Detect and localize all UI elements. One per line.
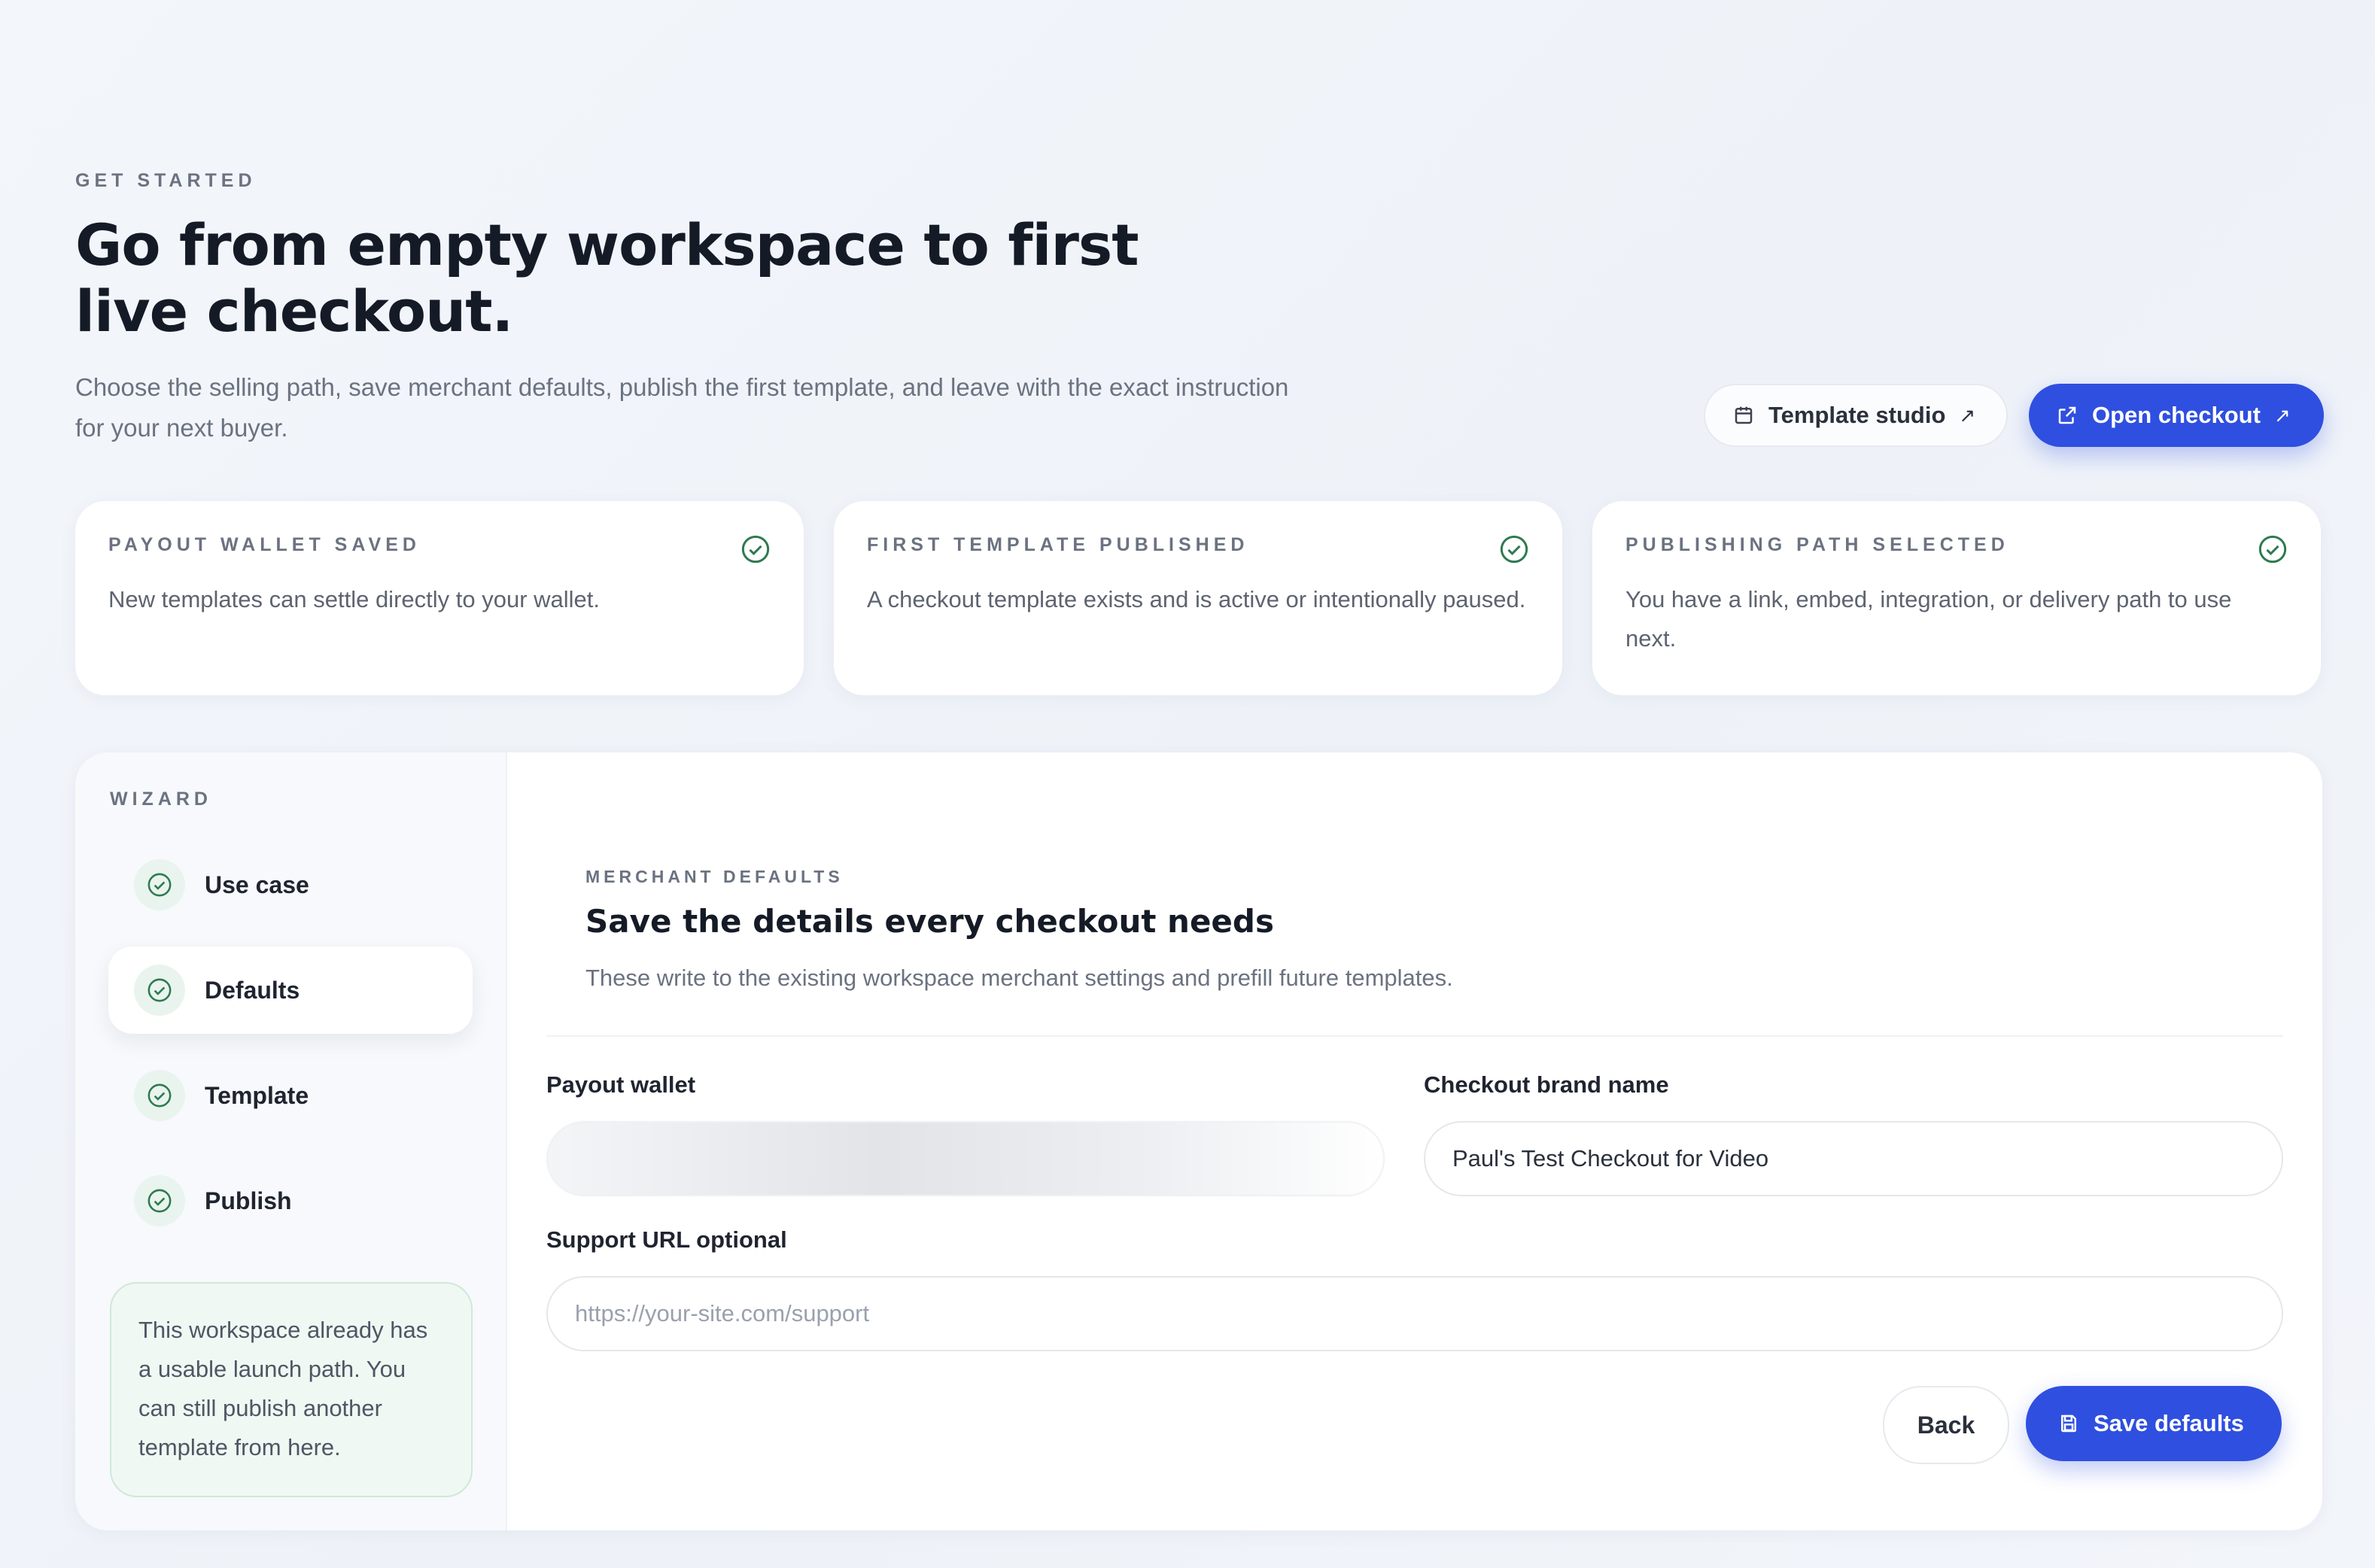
check-circle-icon	[1500, 535, 1528, 564]
check-circle-icon	[134, 965, 185, 1016]
form-subtitle: These write to the existing workspace me…	[585, 965, 1453, 991]
status-card-label: FIRST TEMPLATE PUBLISHED	[867, 534, 1249, 555]
external-arrow-icon: ↗	[1959, 403, 1976, 427]
save-icon	[2057, 1412, 2080, 1435]
save-defaults-button[interactable]: Save defaults	[2026, 1386, 2282, 1461]
merchant-defaults-eyebrow: MERCHANT DEFAULTS	[585, 867, 844, 886]
check-circle-icon	[134, 1175, 185, 1226]
status-card-label: PUBLISHING PATH SELECTED	[1625, 534, 2009, 555]
check-circle-icon	[134, 1070, 185, 1121]
open-checkout-label: Open checkout	[2092, 402, 2261, 428]
status-card-first-template: FIRST TEMPLATE PUBLISHED A checkout temp…	[834, 501, 1562, 695]
status-card-desc: You have a link, embed, integration, or …	[1625, 586, 2232, 652]
wizard-step-defaults[interactable]: Defaults	[108, 947, 473, 1034]
external-link-icon	[2056, 404, 2079, 427]
support-url-input[interactable]: https://your-site.com/support	[546, 1276, 2283, 1351]
check-circle-icon	[134, 859, 185, 910]
check-circle-icon	[741, 535, 770, 564]
wizard-panel: WIZARD Use case Defaults Template Publis…	[75, 752, 2322, 1530]
payout-wallet-label: Payout wallet	[546, 1071, 696, 1098]
back-button[interactable]: Back	[1883, 1386, 2009, 1464]
support-url-placeholder: https://your-site.com/support	[575, 1300, 870, 1326]
template-studio-label: Template studio	[1768, 402, 1946, 428]
support-url-label: Support URL optional	[546, 1226, 787, 1253]
wizard-sidebar: WIZARD Use case Defaults Template Publis…	[75, 752, 507, 1530]
template-studio-button[interactable]: Template studio ↗	[1704, 384, 2008, 447]
brand-name-input[interactable]: Paul's Test Checkout for Video	[1424, 1121, 2283, 1196]
save-defaults-label: Save defaults	[2094, 1410, 2244, 1436]
wizard-step-use-case[interactable]: Use case	[108, 841, 473, 928]
eyebrow-get-started: GET STARTED	[75, 170, 257, 191]
status-card-desc: A checkout template exists and is active…	[867, 586, 1526, 612]
wizard-step-label: Template	[205, 1081, 309, 1109]
page-subtitle: Choose the selling path, save merchant d…	[75, 373, 1289, 442]
brand-name-label: Checkout brand name	[1424, 1071, 1669, 1098]
status-card-publishing-path: PUBLISHING PATH SELECTED You have a link…	[1592, 501, 2321, 695]
status-card-desc: New templates can settle directly to you…	[108, 586, 600, 612]
check-circle-icon	[2258, 535, 2287, 564]
wizard-step-label: Defaults	[205, 976, 300, 1004]
wizard-step-label: Use case	[205, 871, 309, 898]
status-card-label: PAYOUT WALLET SAVED	[108, 534, 421, 555]
page-title: Go from empty workspace to first live ch…	[75, 211, 1139, 345]
payout-wallet-input[interactable]	[546, 1121, 1385, 1196]
launch-path-note: This workspace already has a usable laun…	[110, 1282, 473, 1497]
wizard-step-template[interactable]: Template	[108, 1052, 473, 1139]
divider	[546, 1035, 2283, 1037]
form-title: Save the details every checkout needs	[585, 903, 1274, 940]
calendar-icon	[1732, 404, 1755, 427]
wizard-label: WIZARD	[110, 789, 212, 810]
open-checkout-button[interactable]: Open checkout ↗	[2029, 384, 2324, 447]
wizard-step-publish[interactable]: Publish	[108, 1157, 473, 1244]
external-arrow-icon: ↗	[2273, 403, 2291, 427]
status-card-payout-wallet: PAYOUT WALLET SAVED New templates can se…	[75, 501, 804, 695]
wizard-step-label: Publish	[205, 1187, 292, 1214]
